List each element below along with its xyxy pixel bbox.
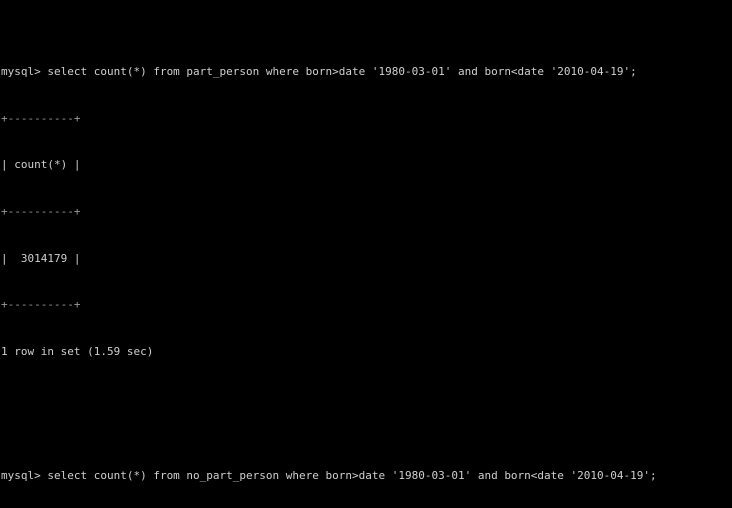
- result-status-line: 1 row in set (1.59 sec): [1, 345, 154, 359]
- sql-command-line: mysql> select count(*) from no_part_pers…: [1, 469, 657, 483]
- result-table-bottom-rule: +----------+: [1, 298, 81, 312]
- sql-command-line: mysql> select count(*) from part_person …: [1, 65, 637, 79]
- result-table-top-rule: +----------+: [1, 111, 81, 125]
- mysql-terminal[interactable]: mysql> select count(*) from part_person …: [0, 0, 732, 508]
- result-table-mid-rule: +----------+: [1, 205, 81, 219]
- result-table-value-row: | 3014179 |: [1, 251, 81, 265]
- result-table-header-row: | count(*) |: [1, 158, 81, 172]
